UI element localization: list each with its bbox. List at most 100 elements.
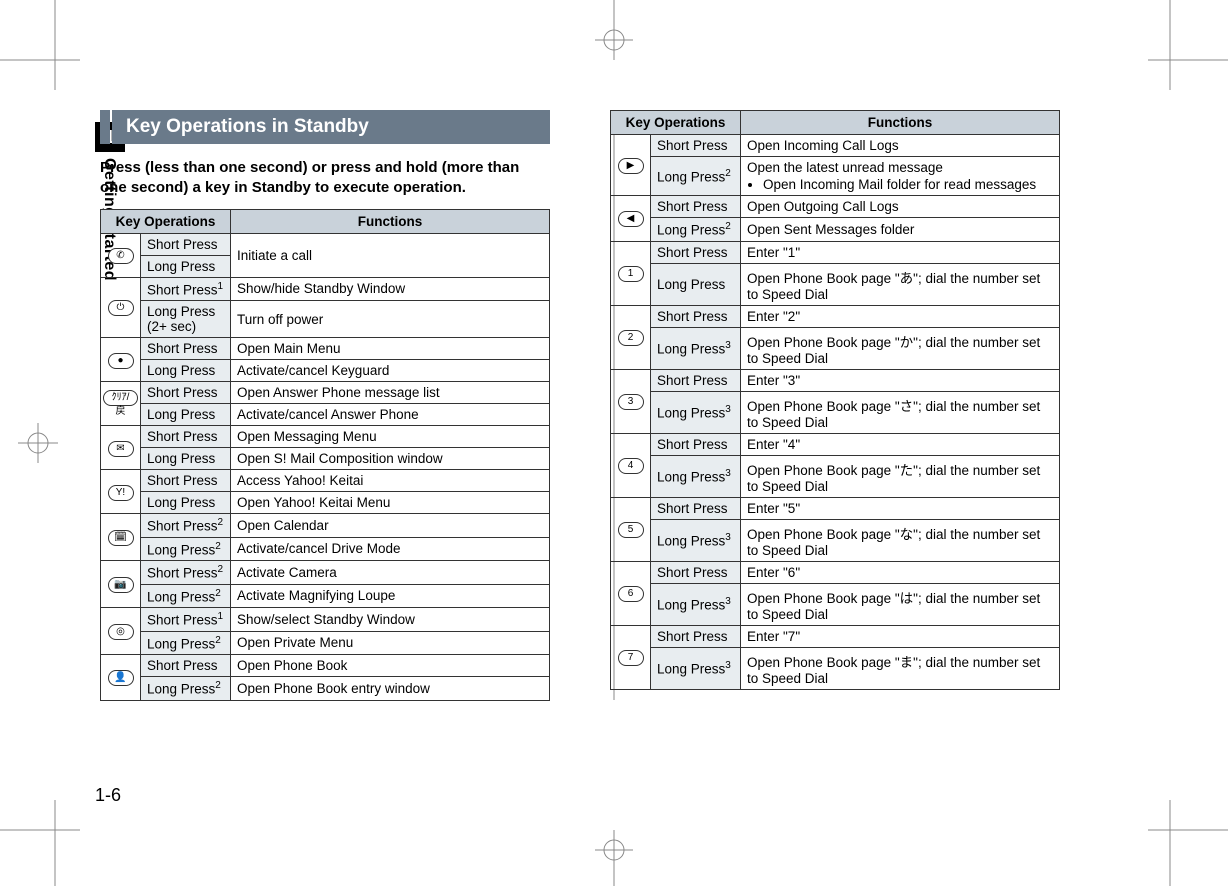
key-4-icon-glyph: 4 [618, 458, 644, 474]
key-3-icon: 3 [611, 369, 651, 433]
table-row: Long Press2Open Phone Book entry window [101, 677, 550, 701]
table-row: Long Press3Open Phone Book page "か"; dia… [611, 327, 1060, 369]
operation-label: Long Press2 [651, 218, 741, 242]
key-operations-table-left: Key Operations Functions ✆Short PressIni… [100, 209, 550, 701]
function-desc: Open Phone Book entry window [231, 677, 550, 701]
yahoo-icon-glyph: Y! [108, 485, 134, 501]
key-1-icon-glyph: 1 [618, 266, 644, 282]
table-row: Long PressOpen Yahoo! Keitai Menu [101, 492, 550, 514]
footnote-ref: 2 [725, 221, 731, 232]
table-row: 🗓Short Press2Open Calendar [101, 514, 550, 538]
footnote-ref: 2 [215, 541, 221, 552]
key-7-icon-glyph: 7 [618, 650, 644, 666]
table-row: Long Press2Open Sent Messages folder [611, 218, 1060, 242]
function-desc: Enter "6" [741, 561, 1060, 583]
operation-label: Short Press [651, 497, 741, 519]
function-desc: Open Incoming Call Logs [741, 135, 1060, 157]
operation-label: Short Press1 [141, 608, 231, 632]
key-6-icon-glyph: 6 [618, 586, 644, 602]
operation-label: Long Press [651, 263, 741, 305]
operation-label: Long Press3 [651, 455, 741, 497]
right-arrow-icon-glyph: ▶ [618, 158, 644, 174]
key-1-icon: 1 [611, 241, 651, 305]
footnote-ref: 2 [215, 680, 221, 691]
operation-label: Long Press2 [651, 157, 741, 196]
footnote-ref: 2 [215, 635, 221, 646]
table-row: Long PressActivate/cancel Answer Phone [101, 404, 550, 426]
operation-label: Short Press [141, 426, 231, 448]
footnote-ref: 2 [215, 588, 221, 599]
table-row: ●Short PressOpen Main Menu [101, 338, 550, 360]
function-desc: Enter "1" [741, 241, 1060, 263]
operation-label: Long Press3 [651, 391, 741, 433]
function-desc: Open Phone Book page "な"; dial the numbe… [741, 519, 1060, 561]
table-row: Long PressOpen S! Mail Composition windo… [101, 448, 550, 470]
key-6-icon: 6 [611, 561, 651, 625]
table-row: Long Press3Open Phone Book page "た"; dia… [611, 455, 1060, 497]
table-row: 1Short PressEnter "1" [611, 241, 1060, 263]
header-functions: Functions [741, 111, 1060, 135]
function-desc: Activate/cancel Keyguard [231, 360, 550, 382]
function-desc: Open Phone Book [231, 655, 550, 677]
table-row: ｸﾘｱ/戻Short PressOpen Answer Phone messag… [101, 382, 550, 404]
function-desc: Open Phone Book page "た"; dial the numbe… [741, 455, 1060, 497]
end-icon: ⏻ [101, 277, 141, 338]
camera-icon: 📷 [101, 561, 141, 608]
function-desc: Open Private Menu [231, 631, 550, 655]
clear-icon: ｸﾘｱ/戻 [101, 382, 141, 426]
table-row: ◎Short Press1Show/select Standby Window [101, 608, 550, 632]
operation-label: Short Press2 [141, 514, 231, 538]
yahoo-icon: Y! [101, 470, 141, 514]
function-desc: Enter "4" [741, 433, 1060, 455]
footnote-ref: 2 [725, 168, 731, 179]
table-row: Long Press2Activate/cancel Drive Mode [101, 537, 550, 561]
mail-icon: ✉ [101, 426, 141, 470]
table-row: ◀Short PressOpen Outgoing Call Logs [611, 196, 1060, 218]
function-desc: Open Yahoo! Keitai Menu [231, 492, 550, 514]
footnote-ref: 3 [725, 532, 731, 543]
key-operations-table-right: Key Operations Functions ▶Short PressOpe… [610, 110, 1060, 690]
footnote-ref: 3 [725, 404, 731, 415]
operation-label: Long Press [141, 360, 231, 382]
function-bullets: Open Incoming Mail folder for read messa… [747, 177, 1053, 192]
function-desc: Open Main Menu [231, 338, 550, 360]
table-row: ⏻Short Press1Show/hide Standby Window [101, 277, 550, 301]
function-desc: Open Sent Messages folder [741, 218, 1060, 242]
table-row: Y!Short PressAccess Yahoo! Keitai [101, 470, 550, 492]
table-row: 👤Short PressOpen Phone Book [101, 655, 550, 677]
function-desc: Open Phone Book page "は"; dial the numbe… [741, 583, 1060, 625]
table-row: 5Short PressEnter "5" [611, 497, 1060, 519]
operation-label: Long Press2 [141, 584, 231, 608]
footnote-ref: 3 [725, 340, 731, 351]
key-3-icon-glyph: 3 [618, 394, 644, 410]
page-number: 1-6 [95, 785, 121, 806]
table-row: 📷Short Press2Activate Camera [101, 561, 550, 585]
function-desc: Turn off power [231, 301, 550, 338]
footnote-ref: 2 [218, 517, 224, 528]
left-arrow-icon: ◀ [611, 196, 651, 242]
function-desc: Enter "3" [741, 369, 1060, 391]
table-row: 3Short PressEnter "3" [611, 369, 1060, 391]
footnote-ref: 2 [218, 564, 224, 575]
operation-label: Short Press1 [141, 277, 231, 301]
function-desc: Enter "5" [741, 497, 1060, 519]
function-desc: Enter "7" [741, 625, 1060, 647]
footnote-ref: 1 [218, 281, 224, 292]
operation-label: Short Press [141, 338, 231, 360]
operation-label: Long Press [141, 404, 231, 426]
right-column: Key Operations Functions ▶Short PressOpe… [610, 110, 1060, 701]
call-icon: ✆ [101, 233, 141, 277]
operation-label: Short Press [651, 196, 741, 218]
clear-icon-glyph: ｸﾘｱ/戻 [103, 390, 138, 406]
section-accent [100, 110, 110, 144]
footnote-ref: 3 [725, 596, 731, 607]
table-row: Long Press3Open Phone Book page "さ"; dia… [611, 391, 1060, 433]
table-row: 6Short PressEnter "6" [611, 561, 1060, 583]
mail-icon-glyph: ✉ [108, 441, 134, 457]
table-row: Long Press3Open Phone Book page "な"; dia… [611, 519, 1060, 561]
function-desc: Open Outgoing Call Logs [741, 196, 1060, 218]
function-desc: Open Phone Book page "さ"; dial the numbe… [741, 391, 1060, 433]
operation-label: Long Press [141, 492, 231, 514]
function-desc: Show/hide Standby Window [231, 277, 550, 301]
header-keyops: Key Operations [611, 111, 741, 135]
